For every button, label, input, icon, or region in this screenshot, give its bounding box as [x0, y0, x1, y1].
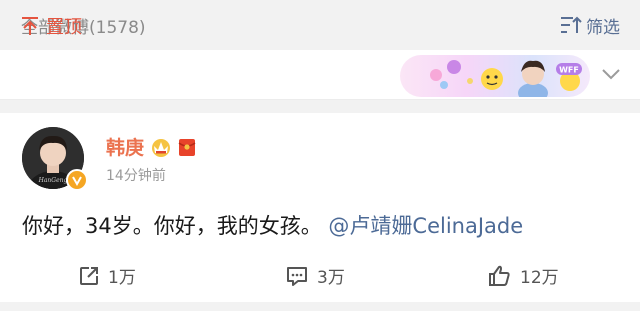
repost-count: 1万: [108, 268, 136, 288]
promo-banner[interactable]: WFF: [400, 55, 590, 97]
like-button[interactable]: 12万: [488, 263, 559, 288]
thumbs-up-icon: [489, 265, 510, 286]
pinned-tag[interactable]: 置顶: [20, 13, 82, 39]
mention-link[interactable]: @卢靖姗CelinaJade: [328, 214, 523, 238]
filter-button[interactable]: 筛选: [560, 13, 620, 38]
weibo-post: HanGeng 韩庚 14分钟前 你好，34岁。你好，我的女孩。 @卢靖姗Cel…: [0, 113, 640, 311]
banner-art-image: WFF: [430, 60, 582, 97]
post-text: 你好，34岁。你好，我的女孩。: [22, 214, 322, 238]
repost-icon: [80, 266, 98, 285]
pin-top-icon: [22, 17, 38, 35]
chevron-down-icon[interactable]: [601, 68, 621, 80]
post-timestamp: 14分钟前: [106, 168, 166, 184]
comment-icon: [287, 266, 307, 286]
post-body: 你好，34岁。你好，我的女孩。 @卢靖姗CelinaJade: [22, 210, 523, 240]
username-row: 韩庚: [106, 133, 196, 160]
feed-header: 全部微博(1578) 筛选: [0, 0, 640, 50]
comment-count: 3万: [317, 268, 345, 288]
bottom-divider: [0, 302, 640, 311]
filter-label: 筛选: [586, 17, 620, 38]
red-envelope-icon[interactable]: [178, 137, 196, 157]
pinned-label: 置顶: [46, 17, 82, 38]
comment-button[interactable]: 3万: [285, 263, 345, 288]
repost-button[interactable]: 1万: [78, 263, 136, 288]
section-divider: [0, 100, 640, 113]
action-bar: 1万 3万 12万: [0, 263, 640, 297]
user-avatar[interactable]: HanGeng: [22, 127, 88, 191]
username[interactable]: 韩庚: [106, 133, 144, 160]
crown-badge-icon[interactable]: [150, 137, 172, 157]
avatar-caption: HanGeng: [38, 177, 68, 184]
verified-badge-icon: [66, 169, 88, 191]
filter-icon: [561, 16, 582, 33]
banner-badge-text: WFF: [559, 66, 579, 75]
like-count: 12万: [520, 268, 559, 288]
